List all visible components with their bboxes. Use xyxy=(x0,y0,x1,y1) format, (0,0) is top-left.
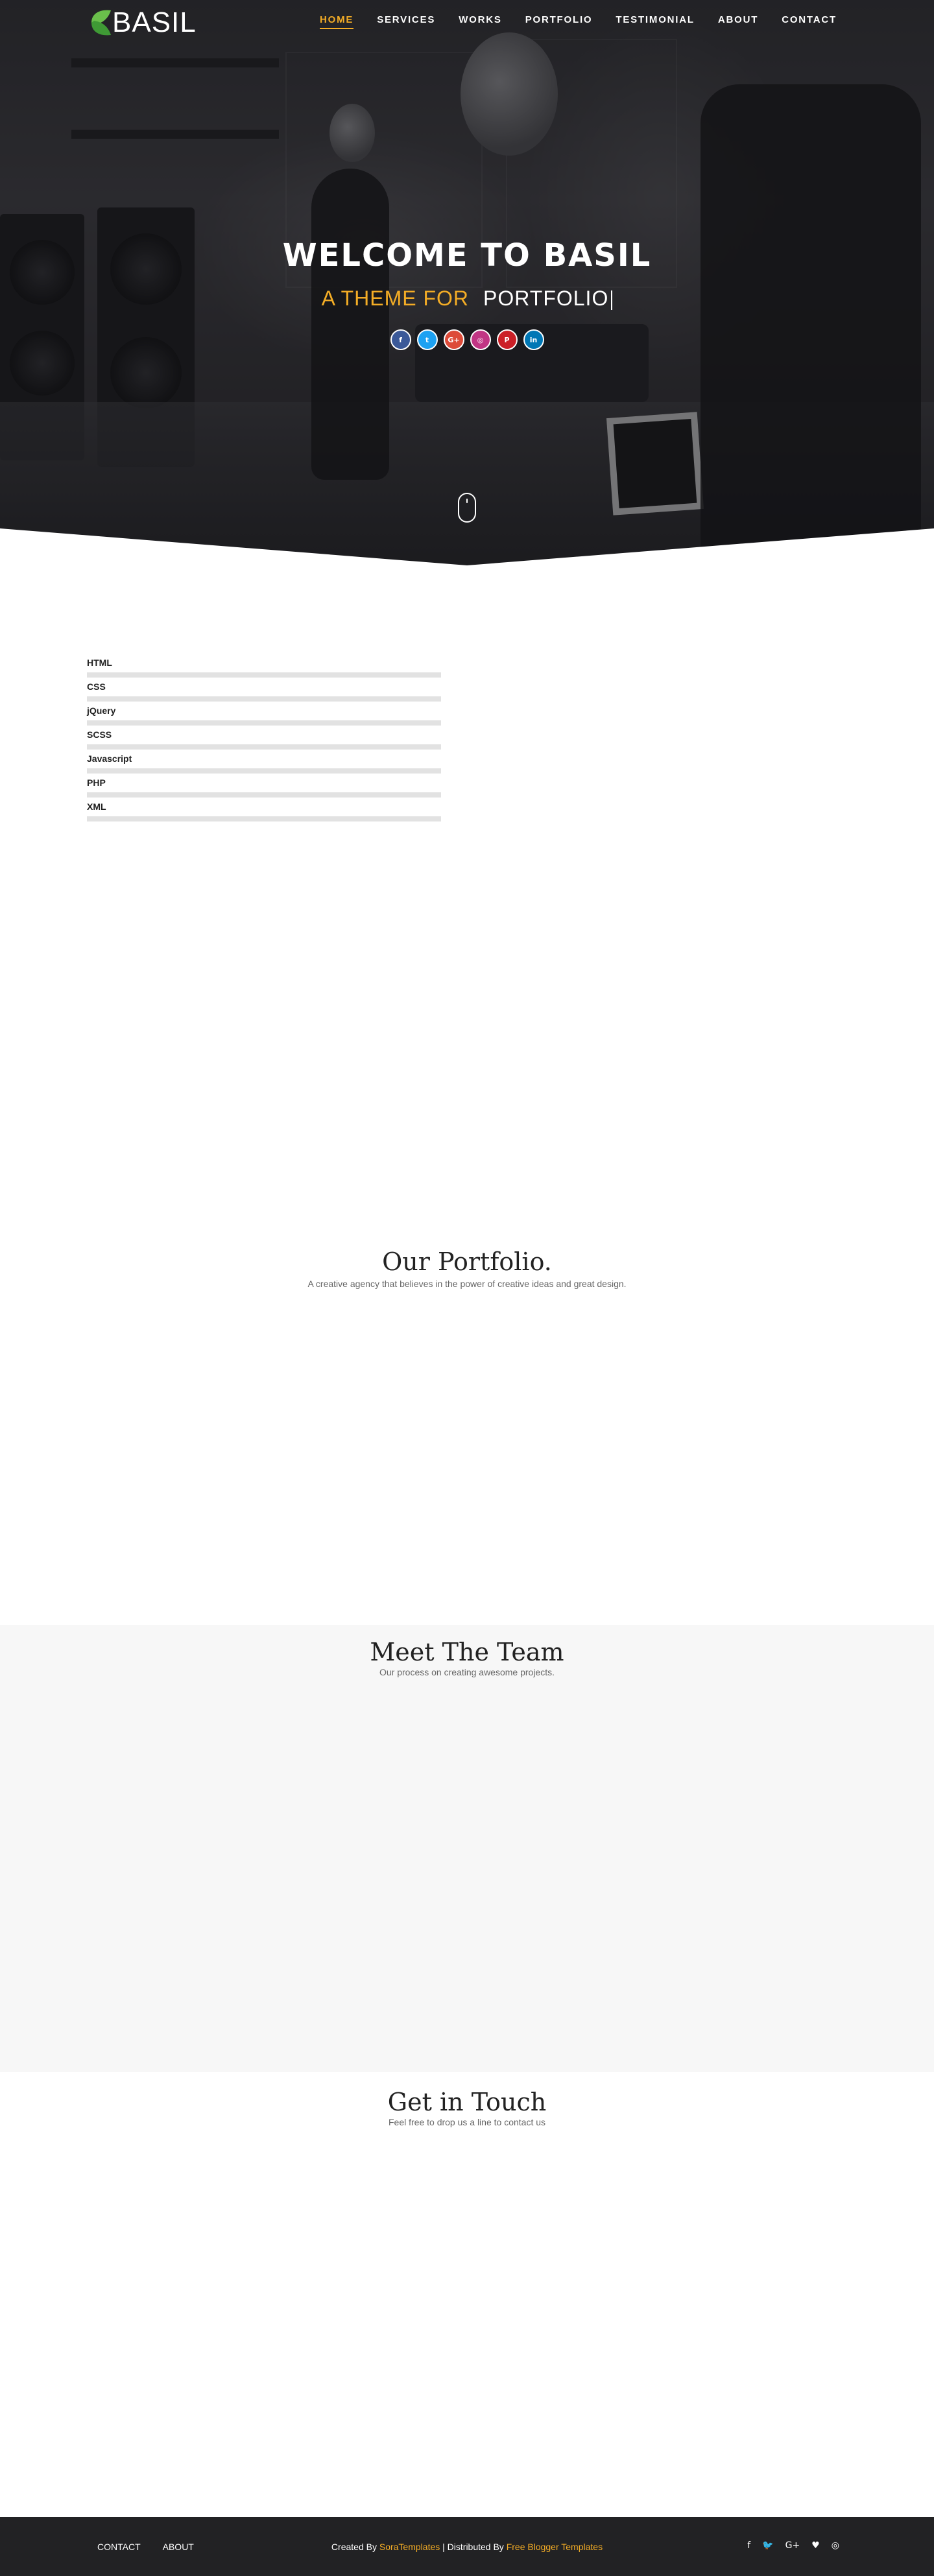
linkedin-icon[interactable]: in xyxy=(523,329,544,350)
skill-bar xyxy=(87,816,441,821)
twitter-icon[interactable]: 🐦 xyxy=(762,2540,773,2551)
google-plus-icon[interactable]: G+ xyxy=(785,2540,800,2551)
team-subtitle: Our process on creating awesome projects… xyxy=(379,1667,555,1677)
skill-name: HTML xyxy=(87,657,112,668)
skill-bar xyxy=(87,768,441,774)
skill-bar xyxy=(87,792,441,798)
skill-name: Javascript xyxy=(87,753,132,764)
credit-author-link[interactable]: SoraTemplates xyxy=(379,2542,440,2552)
team-title: Meet The Team xyxy=(370,1638,564,1666)
leaf-icon xyxy=(86,6,112,39)
skill-name: CSS xyxy=(87,681,106,692)
hero-subtitle-word: PORTFOLIO xyxy=(483,287,609,310)
nav-home[interactable]: HOME xyxy=(319,14,354,29)
nav-portfolio[interactable]: PORTFOLIO xyxy=(525,14,593,29)
typing-cursor xyxy=(611,290,613,310)
footer-social-icons: f 🐦 G+ ♥ ◎ xyxy=(747,2540,839,2551)
skill-bar xyxy=(87,672,441,678)
skill-item: HTML xyxy=(87,657,441,681)
top-navbar: BASIL HOME SERVICES WORKS PORTFOLIO TEST… xyxy=(0,0,934,45)
skill-item: jQuery xyxy=(87,705,441,729)
skill-name: PHP xyxy=(87,777,106,788)
pinterest-icon[interactable]: P xyxy=(496,329,518,350)
credit-distributor-link[interactable]: Free Blogger Templates xyxy=(507,2542,603,2552)
footer: CONTACT ABOUT Created By SoraTemplates |… xyxy=(0,2517,934,2576)
portfolio-subtitle: A creative agency that believes in the p… xyxy=(307,1279,627,1289)
skill-bar xyxy=(87,696,441,702)
instagram-icon[interactable]: ◎ xyxy=(832,2540,839,2551)
mouse-wheel xyxy=(466,499,468,503)
skill-item: CSS xyxy=(87,681,441,705)
facebook-icon[interactable]: f xyxy=(747,2540,750,2551)
contact-title: Get in Touch xyxy=(387,2088,547,2116)
logo[interactable]: BASIL xyxy=(86,6,197,39)
nav-contact[interactable]: CONTACT xyxy=(782,14,837,29)
skill-bar xyxy=(87,744,441,750)
hero-social-icons: f t G+ ◎ P in xyxy=(0,329,934,350)
hero-subtitle: A THEME FOR PORTFOLIO xyxy=(0,287,934,311)
heart-icon[interactable]: ♥ xyxy=(811,2540,820,2551)
skill-name: XML xyxy=(87,801,106,812)
skill-bar xyxy=(87,720,441,726)
nav-works[interactable]: WORKS xyxy=(459,14,502,29)
nav-about[interactable]: ABOUT xyxy=(718,14,758,29)
skill-item: PHP xyxy=(87,777,441,801)
skill-item: Javascript xyxy=(87,753,441,777)
hero-title: WELCOME TO BASIL xyxy=(282,237,652,274)
nav-services[interactable]: SERVICES xyxy=(377,14,435,29)
instagram-icon[interactable]: ◎ xyxy=(470,329,491,350)
credit-separator: | Distributed By xyxy=(440,2542,504,2552)
skill-item: XML xyxy=(87,801,441,825)
logo-text: BASIL xyxy=(112,6,197,38)
nav-testimonial[interactable]: TESTIMONIAL xyxy=(616,14,694,29)
team-section xyxy=(0,1625,934,2072)
hero-bottom-shape xyxy=(0,528,934,571)
scroll-down-mouse-icon[interactable] xyxy=(458,493,476,523)
skills-list: HTML CSS jQuery SCSS Javascript PHP XML xyxy=(87,657,441,825)
twitter-icon[interactable]: t xyxy=(416,329,438,350)
skill-name: jQuery xyxy=(87,705,116,716)
portfolio-title: Our Portfolio. xyxy=(382,1247,552,1276)
hero-subtitle-prefix: A THEME FOR xyxy=(321,287,469,310)
google-plus-icon[interactable]: G+ xyxy=(443,329,464,350)
skill-name: SCSS xyxy=(87,729,112,740)
contact-subtitle: Feel free to drop us a line to contact u… xyxy=(388,2117,546,2127)
main-menu: HOME SERVICES WORKS PORTFOLIO TESTIMONIA… xyxy=(296,14,837,29)
skill-item: SCSS xyxy=(87,729,441,753)
facebook-icon[interactable]: f xyxy=(390,329,411,350)
credit-created-label: Created By xyxy=(331,2542,377,2552)
